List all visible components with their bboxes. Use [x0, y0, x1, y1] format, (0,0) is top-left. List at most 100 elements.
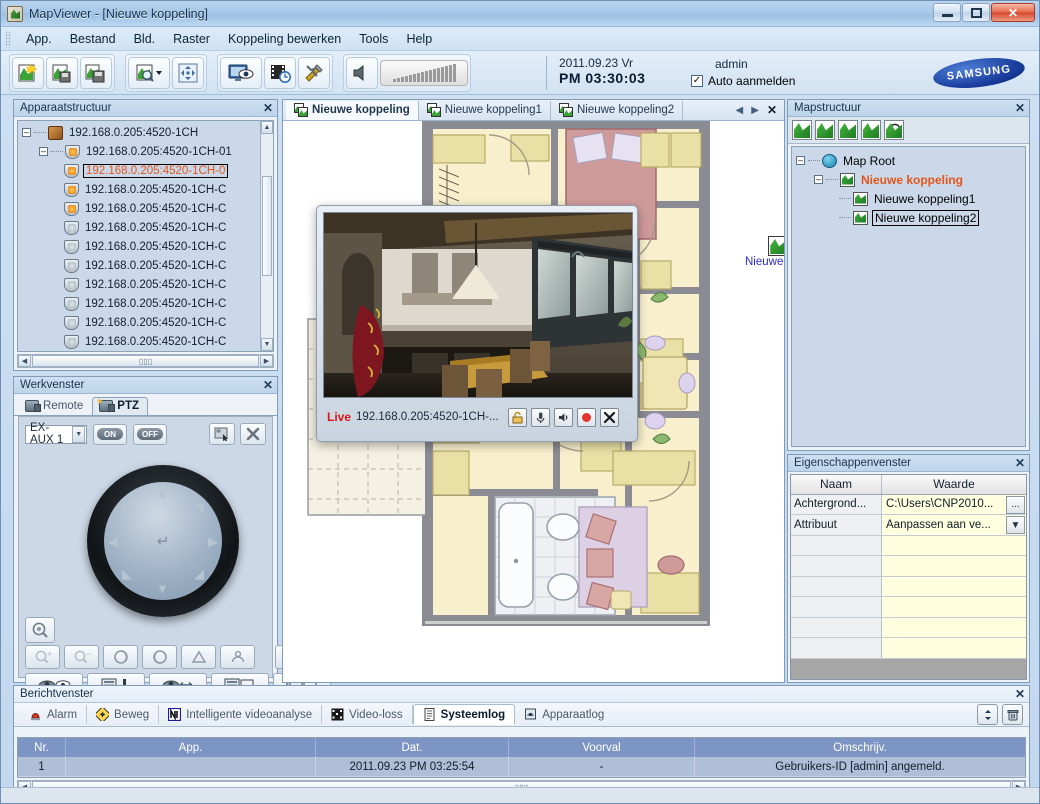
- live-monitor-button[interactable]: [220, 56, 262, 89]
- map-properties-button[interactable]: [861, 120, 881, 140]
- settings-button[interactable]: [298, 56, 330, 89]
- expander-icon[interactable]: –: [39, 147, 48, 156]
- map-marker-nieuwe-koppeling[interactable]: Nieuwe kopp: [745, 236, 784, 268]
- tree-node-camera[interactable]: 192.168.0.205:4520-1CH-C: [22, 180, 259, 199]
- ptz-down-left-icon[interactable]: ◣: [122, 566, 132, 582]
- tab-prev-icon[interactable]: ◀: [736, 105, 744, 116]
- properties-row-empty[interactable]: [791, 535, 1026, 557]
- live-close-button[interactable]: [599, 407, 619, 427]
- property-value-cell[interactable]: [882, 638, 1026, 659]
- live-lock-button[interactable]: [507, 407, 527, 427]
- save-map-button[interactable]: [46, 56, 78, 89]
- tree-node-nieuwe-koppeling1[interactable]: Nieuwe koppeling1: [796, 189, 1021, 208]
- live-microphone-button[interactable]: [530, 407, 550, 427]
- ptz-focus-near-button[interactable]: [103, 645, 138, 669]
- live-video-window[interactable]: Live 192.168.0.205:4520-1CH-...: [316, 205, 638, 442]
- new-map-button[interactable]: [792, 120, 812, 140]
- properties-row-empty[interactable]: [791, 638, 1026, 659]
- device-tree-vscrollbar[interactable]: ▲ ▼: [260, 121, 273, 351]
- pan-map-button[interactable]: [172, 56, 204, 89]
- new-map-button[interactable]: [12, 56, 44, 89]
- ptz-joystick[interactable]: ▲ ▼ ◀ ▶ ◤ ◥ ◣ ◢ ↵: [87, 465, 239, 617]
- map-tree-close-icon[interactable]: ✕: [1015, 102, 1025, 114]
- tree-node-camera[interactable]: 192.168.0.205:4520-1CH-C: [22, 199, 259, 218]
- ptz-down-right-icon[interactable]: ◢: [194, 566, 204, 582]
- tab-apparaatlog[interactable]: Apparaatlog: [515, 705, 613, 724]
- tree-node-device-group[interactable]: – 192.168.0.205:4520-1CH-01: [22, 142, 259, 161]
- ptz-right-icon[interactable]: ▶: [208, 534, 218, 550]
- menu-item-bestand[interactable]: Bestand: [61, 29, 125, 49]
- delete-log-button[interactable]: [1002, 704, 1023, 725]
- work-panel-close-icon[interactable]: ✕: [263, 379, 273, 391]
- tab-alarm[interactable]: Alarm: [20, 705, 88, 724]
- scroll-right-icon[interactable]: ▶: [260, 355, 273, 367]
- scroll-up-icon[interactable]: ▲: [261, 121, 273, 134]
- aux-off-button[interactable]: OFF: [133, 423, 167, 445]
- system-log-table[interactable]: Nr. App. Dat. Voorval Omschrijv. 1 2011.…: [17, 737, 1026, 778]
- ptz-up-icon[interactable]: ▲: [156, 486, 169, 501]
- ptz-down-icon[interactable]: ▼: [156, 581, 169, 596]
- sort-toggle-button[interactable]: [977, 704, 998, 725]
- volume-slider[interactable]: [380, 59, 468, 86]
- ptz-home-icon[interactable]: ↵: [157, 532, 170, 550]
- tab-video-loss[interactable]: Video-loss: [322, 705, 413, 724]
- ptz-iris-open-button[interactable]: [181, 645, 216, 669]
- ptz-joystick-pad[interactable]: ▲ ▼ ◀ ▶ ◤ ◥ ◣ ◢ ↵: [104, 482, 222, 600]
- tab-next-icon[interactable]: ▶: [751, 105, 759, 116]
- expander-icon[interactable]: –: [22, 128, 31, 137]
- live-record-button[interactable]: [576, 407, 596, 427]
- aux-select[interactable]: EX-AUX 1 ▼: [25, 422, 87, 446]
- save-as-map-button[interactable]: [80, 56, 112, 89]
- vscroll-thumb[interactable]: [262, 176, 272, 276]
- menu-item-tools[interactable]: Tools: [350, 29, 397, 49]
- ptz-up-left-icon[interactable]: ◤: [122, 500, 132, 516]
- property-value-cell[interactable]: C:\Users\CNP2010... ...: [882, 494, 1026, 516]
- property-value-cell[interactable]: [882, 535, 1026, 557]
- tab-nieuwe-koppeling2[interactable]: Nieuwe koppeling2: [551, 100, 684, 120]
- auto-login-checkbox[interactable]: ✓: [691, 75, 703, 87]
- expander-icon[interactable]: –: [796, 156, 805, 165]
- tree-node-camera-selected[interactable]: 192.168.0.205:4520-1CH-0: [22, 161, 259, 180]
- maximize-button[interactable]: [962, 3, 990, 22]
- tree-node-camera[interactable]: 192.168.0.205:4520-1CH-C: [22, 237, 259, 256]
- menu-item-raster[interactable]: Raster: [164, 29, 219, 49]
- ptz-up-right-icon[interactable]: ◥: [194, 500, 204, 516]
- expander-icon[interactable]: –: [814, 175, 823, 184]
- ptz-left-icon[interactable]: ◀: [108, 534, 118, 550]
- delete-map-button[interactable]: [838, 120, 858, 140]
- table-row[interactable]: 1 2011.09.23 PM 03:25:54 - Gebruikers-ID…: [18, 757, 1025, 777]
- menu-item-help[interactable]: Help: [397, 29, 441, 49]
- device-tree-close-icon[interactable]: ✕: [263, 102, 273, 114]
- menu-item-app[interactable]: App.: [17, 29, 61, 49]
- properties-grid[interactable]: Naam Waarde Achtergrond... C:\Users\CNP2…: [790, 474, 1027, 680]
- tree-node-device-root[interactable]: – 192.168.0.205:4520-1CH: [22, 123, 259, 142]
- live-speaker-button[interactable]: [553, 407, 573, 427]
- device-tree[interactable]: – 192.168.0.205:4520-1CH – 192.168.0.205…: [17, 120, 274, 352]
- scroll-left-icon[interactable]: ◀: [18, 355, 31, 367]
- tab-systeemlog[interactable]: Systeemlog: [412, 704, 516, 725]
- menu-item-bld[interactable]: Bld.: [125, 29, 165, 49]
- speaker-button[interactable]: [346, 56, 378, 89]
- menu-grip[interactable]: [5, 30, 11, 47]
- tree-node-camera[interactable]: 192.168.0.205:4520-1CH-C: [22, 313, 259, 332]
- ptz-auto-focus-button[interactable]: [25, 617, 55, 643]
- tree-node-camera[interactable]: 192.168.0.205:4520-1CH-C: [22, 294, 259, 313]
- tab-close-icon[interactable]: ✕: [767, 103, 777, 117]
- ptz-zoom-out-button[interactable]: −: [64, 645, 99, 669]
- properties-row-attribuut[interactable]: Attribuut Aanpassen aan ve... ▼: [791, 515, 1026, 536]
- playback-button[interactable]: [264, 56, 296, 89]
- tree-node-camera[interactable]: 192.168.0.205:4520-1CH-C: [22, 332, 259, 351]
- properties-row-achtergrond[interactable]: Achtergrond... C:\Users\CNP2010... ...: [791, 494, 1026, 516]
- zoom-map-button[interactable]: [128, 56, 170, 89]
- scroll-down-icon[interactable]: ▼: [261, 338, 273, 351]
- minimize-button[interactable]: [933, 3, 961, 22]
- map-canvas[interactable]: Nieuwe kopp: [283, 121, 784, 682]
- property-value-cell[interactable]: [882, 576, 1026, 598]
- ptz-preset-button[interactable]: [209, 423, 235, 445]
- tree-node-nieuwe-koppeling2[interactable]: Nieuwe koppeling2: [796, 208, 1021, 227]
- properties-row-empty[interactable]: [791, 597, 1026, 618]
- chevron-down-icon[interactable]: ▼: [1006, 516, 1025, 535]
- properties-close-icon[interactable]: ✕: [1015, 457, 1025, 469]
- message-panel-close-icon[interactable]: ✕: [1015, 688, 1025, 700]
- add-map-button[interactable]: [815, 120, 835, 140]
